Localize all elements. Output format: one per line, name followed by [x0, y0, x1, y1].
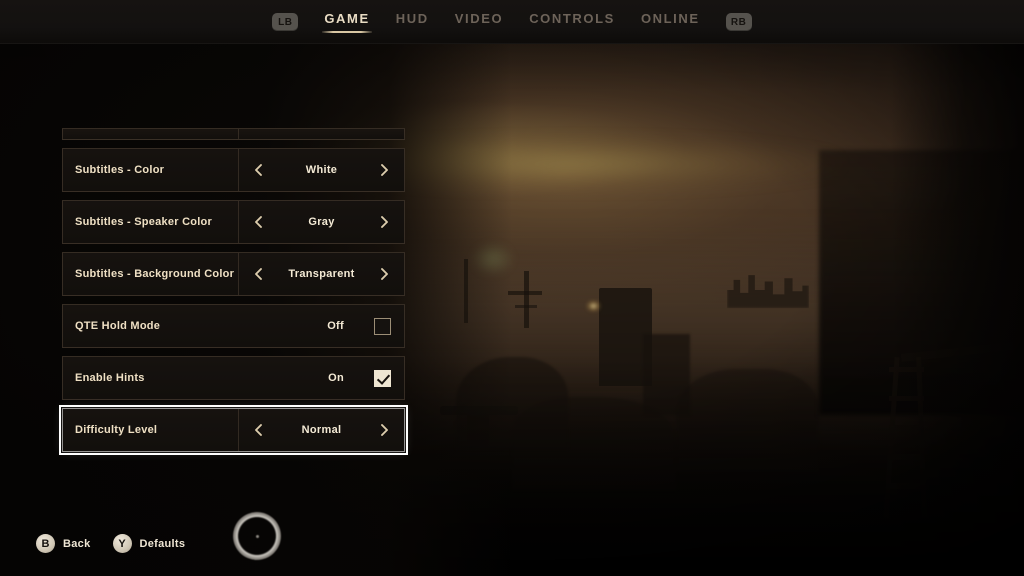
- row-label: Subtitles - Speaker Color: [75, 215, 213, 228]
- settings-list: Subtitles - Color White Subtitles - Spea…: [59, 128, 408, 460]
- row-value-text: White: [305, 164, 338, 176]
- tab-controls[interactable]: CONTROLS: [529, 11, 615, 33]
- top-navigation-bar: LB GAME HUD VIDEO CONTROLS ONLINE RB: [0, 0, 1024, 44]
- settings-row-subtitles-background-color[interactable]: Subtitles - Background Color Transparent: [62, 252, 405, 296]
- row-label: Enable Hints: [75, 371, 145, 384]
- prompt-back[interactable]: B Back: [36, 534, 91, 553]
- settings-row-subtitles-speaker-color[interactable]: Subtitles - Speaker Color Gray: [62, 200, 405, 244]
- row-label: Difficulty Level: [75, 423, 158, 436]
- row-value-selector[interactable]: White: [238, 149, 404, 191]
- tab-game[interactable]: GAME: [322, 11, 373, 33]
- settings-row-enable-hints[interactable]: Enable Hints On: [62, 356, 405, 400]
- chevron-left-icon[interactable]: [252, 216, 265, 229]
- tab-online[interactable]: ONLINE: [641, 11, 700, 33]
- settings-row-qte-hold-mode[interactable]: QTE Hold Mode Off: [62, 304, 405, 348]
- prompt-back-label: Back: [63, 537, 91, 550]
- tab-nav: LB GAME HUD VIDEO CONTROLS ONLINE RB: [272, 11, 752, 33]
- chevron-right-icon[interactable]: [378, 164, 391, 177]
- chevron-left-icon[interactable]: [252, 268, 265, 281]
- button-b-icon: B: [36, 534, 55, 553]
- tab-hud[interactable]: HUD: [396, 11, 429, 33]
- row-value-text: Normal: [301, 424, 342, 436]
- row-value-text: On: [328, 372, 344, 384]
- row-label: Subtitles - Color: [75, 163, 165, 176]
- settings-row-subtitles-color[interactable]: Subtitles - Color White: [62, 148, 405, 192]
- settings-row-difficulty-level[interactable]: Difficulty Level Normal: [59, 405, 408, 455]
- loading-spinner-icon: [233, 512, 281, 560]
- game-settings-screen: LB GAME HUD VIDEO CONTROLS ONLINE RB Sub…: [0, 0, 1024, 576]
- row-value-text: Off: [327, 320, 344, 332]
- button-y-icon: Y: [112, 534, 132, 553]
- chevron-right-icon[interactable]: [378, 216, 391, 229]
- chevron-right-icon[interactable]: [378, 268, 391, 281]
- prompt-defaults[interactable]: Y Defaults: [112, 534, 186, 553]
- prompt-defaults-label: Defaults: [139, 537, 186, 550]
- row-value-selector[interactable]: Normal: [238, 409, 404, 451]
- row-label: Subtitles - Background Color: [75, 267, 235, 280]
- checkbox-checked-icon[interactable]: [374, 369, 391, 387]
- row-value-selector[interactable]: Transparent: [238, 253, 404, 295]
- row-value-text: Gray: [308, 216, 335, 228]
- row-value-selector[interactable]: Gray: [238, 201, 404, 243]
- chevron-left-icon[interactable]: [252, 424, 265, 437]
- settings-row-partial-above[interactable]: [62, 128, 405, 140]
- row-value-text: Transparent: [288, 268, 355, 280]
- chevron-right-icon[interactable]: [378, 424, 391, 437]
- tab-video[interactable]: VIDEO: [455, 11, 503, 33]
- row-label: QTE Hold Mode: [75, 319, 161, 332]
- chevron-left-icon[interactable]: [252, 164, 265, 177]
- row-value-toggle[interactable]: Off: [238, 305, 404, 347]
- right-bumper-icon[interactable]: RB: [725, 13, 752, 31]
- checkbox-unchecked-icon[interactable]: [374, 317, 391, 335]
- left-bumper-icon[interactable]: LB: [272, 13, 299, 31]
- button-prompt-bar: B Back Y Defaults: [36, 534, 185, 553]
- row-value-toggle[interactable]: On: [238, 357, 404, 399]
